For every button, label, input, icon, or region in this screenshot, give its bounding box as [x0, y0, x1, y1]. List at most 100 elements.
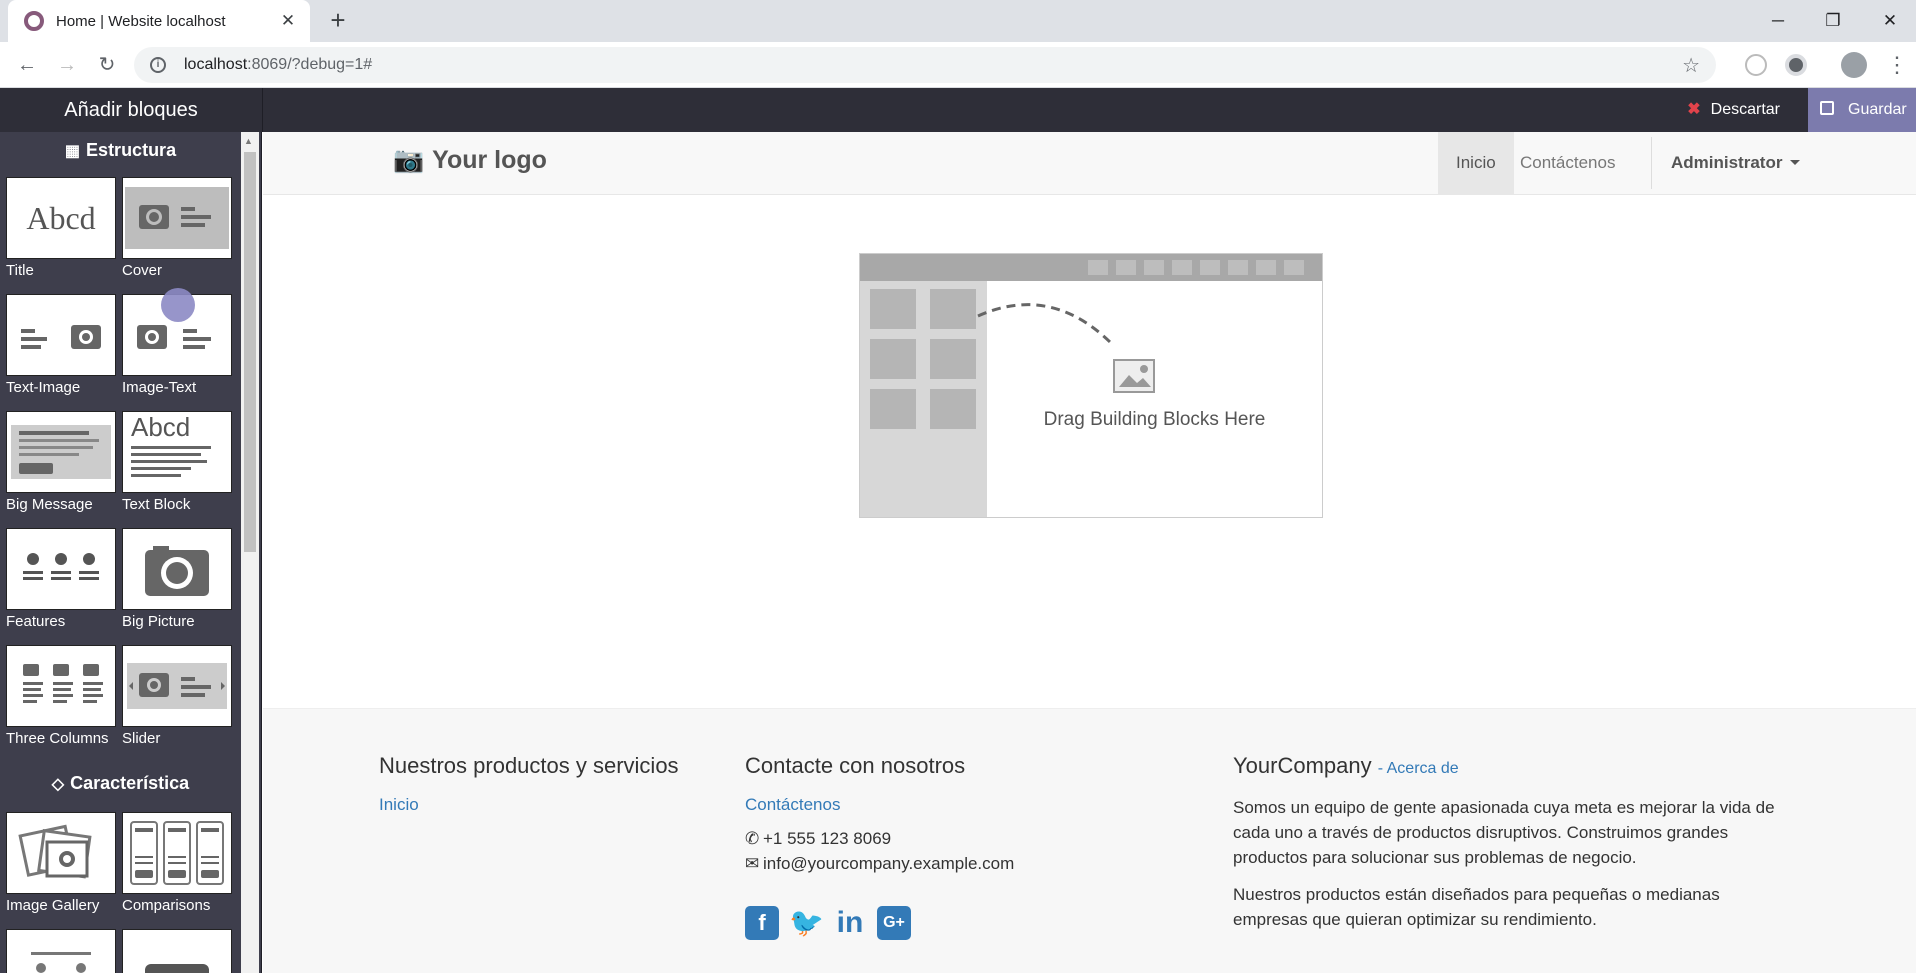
site-logo[interactable]: 📷 Your logo — [393, 146, 547, 175]
block-cover[interactable]: Cover — [122, 177, 232, 279]
text-image-thumb-icon — [21, 325, 101, 349]
forward-icon[interactable]: → — [52, 50, 82, 80]
block-slider[interactable]: Slider — [122, 645, 232, 747]
blocks-sidebar[interactable]: ▦ Estructura Abcd Title Cover Text-Image … — [0, 132, 262, 973]
reload-icon[interactable]: ↻ — [92, 50, 122, 80]
browser-menu-icon[interactable]: ⋮ — [1886, 52, 1908, 78]
block-comparisons[interactable]: Comparisons — [122, 812, 232, 914]
camera-icon: 📷 — [393, 146, 425, 174]
extension-icon[interactable] — [1745, 54, 1767, 76]
bookmark-star-icon[interactable]: ☆ — [1682, 53, 1700, 78]
site-footer: Nuestros productos y servicios Inicio Co… — [263, 708, 1916, 973]
block-features[interactable]: Features — [6, 528, 116, 630]
illus-square — [870, 339, 916, 379]
address-bar[interactable]: i localhost:8069/?debug=1# ☆ — [134, 47, 1716, 83]
extension-icon-2[interactable] — [1785, 54, 1807, 76]
drop-zone-illustration: Drag Building Blocks Here — [859, 253, 1323, 518]
illus-dot — [1172, 260, 1192, 275]
envelope-icon: ✉ — [745, 854, 760, 873]
twitter-icon[interactable]: 🐦 — [789, 906, 824, 940]
three-columns-thumb — [6, 645, 116, 727]
back-icon[interactable]: ← — [12, 50, 42, 80]
about-link[interactable]: - Acerca de — [1378, 760, 1459, 777]
big-picture-thumb-icon — [145, 546, 209, 596]
block-partial-1[interactable] — [6, 929, 116, 973]
footer-about-title: YourCompany - Acerca de — [1233, 753, 1459, 778]
footer-phone: ✆ +1 555 123 8069 — [745, 829, 892, 848]
new-tab-button[interactable]: + — [322, 4, 354, 36]
slider-thumb — [122, 645, 232, 727]
slider-thumb-icon — [127, 663, 227, 709]
close-window-button[interactable]: ✕ — [1870, 6, 1910, 36]
scroll-up-arrow-icon[interactable]: ▲ — [244, 136, 253, 146]
block-three-columns[interactable]: Three Columns — [6, 645, 116, 747]
features-thumb — [6, 528, 116, 610]
footer-products-title: Nuestros productos y servicios — [379, 753, 679, 778]
editor-divider — [262, 88, 263, 132]
block-big-message[interactable]: Big Message — [6, 411, 116, 513]
tab-close-icon[interactable]: ✕ — [278, 11, 298, 31]
footer-col-about: YourCompany - Acerca de Somos un equipo … — [1233, 753, 1793, 944]
restore-button[interactable]: ❐ — [1813, 6, 1853, 36]
block-label: Three Columns — [6, 730, 109, 747]
drag-arc-icon — [977, 303, 1112, 344]
block-label: Text-Image — [6, 379, 81, 396]
browser-toolbar: ← → ↻ i localhost:8069/?debug=1# ☆ ⋮ — [0, 42, 1916, 88]
illus-top-bar — [860, 254, 1322, 281]
discard-x-icon: ✖ — [1687, 101, 1701, 118]
text-block-lines-icon — [131, 446, 211, 477]
illus-dot — [1256, 260, 1276, 275]
site-info-icon[interactable]: i — [150, 57, 166, 73]
google-plus-icon[interactable]: G+ — [877, 906, 911, 940]
block-label: Image-Text — [122, 379, 197, 396]
browser-tabstrip: Home | Website localhost ✕ + ─ ❐ ✕ — [0, 0, 1916, 42]
section-features: ◇ Característica — [51, 773, 190, 793]
image-gallery-thumb — [6, 812, 116, 894]
discard-button[interactable]: ✖ Descartar — [1669, 88, 1798, 132]
grid-icon: ▦ — [64, 143, 81, 160]
illus-square — [930, 389, 976, 429]
block-big-picture[interactable]: Big Picture — [122, 528, 232, 630]
odoo-favicon-icon — [24, 11, 44, 31]
footer-link-contactenos[interactable]: Contáctenos — [745, 795, 1014, 815]
save-button[interactable]: Guardar — [1808, 88, 1916, 132]
illus-dot — [1116, 260, 1136, 275]
partial-thumb-2 — [122, 929, 232, 973]
block-label: Comparisons — [122, 897, 211, 914]
illus-dot — [1088, 260, 1108, 275]
button-thumb-icon — [145, 964, 209, 973]
comparisons-thumb-icon — [130, 821, 224, 885]
block-label: Text Block — [122, 496, 191, 513]
block-label: Features — [6, 613, 66, 630]
text-image-thumb — [6, 294, 116, 376]
three-columns-thumb-icon — [23, 664, 103, 703]
linkedin-icon[interactable]: in — [833, 906, 867, 940]
block-partial-2[interactable] — [122, 929, 232, 973]
illus-dot — [1228, 260, 1248, 275]
cover-thumb-icon — [125, 187, 229, 249]
caret-down-icon — [1790, 160, 1801, 165]
sidebar-scrollbar[interactable]: ▲ — [241, 132, 259, 973]
diamond-icon: ◇ — [51, 776, 65, 793]
block-title[interactable]: Abcd Title — [6, 177, 116, 279]
url-text[interactable]: localhost:8069/?debug=1# — [184, 56, 1682, 74]
minimize-button[interactable]: ─ — [1758, 6, 1798, 36]
block-text-image[interactable]: Text-Image — [6, 294, 116, 396]
add-blocks-title: Añadir bloques — [64, 99, 198, 121]
illus-dot — [1200, 260, 1220, 275]
scrollbar-thumb[interactable] — [244, 152, 256, 552]
block-image-gallery[interactable]: Image Gallery — [6, 812, 116, 914]
features-thumb-icon — [23, 553, 99, 580]
facebook-icon[interactable]: f — [745, 906, 779, 940]
block-text-block[interactable]: Abcd Text Block — [122, 411, 232, 513]
drop-hint-text: Drag Building Blocks Here — [1043, 409, 1266, 430]
nav-item-contactenos[interactable]: Contáctenos — [1502, 132, 1633, 194]
user-menu[interactable]: Administrator — [1671, 132, 1801, 194]
phone-icon: ✆ — [745, 829, 760, 848]
profile-avatar-icon[interactable] — [1841, 52, 1867, 78]
cover-thumb — [122, 177, 232, 259]
footer-link-inicio[interactable]: Inicio — [379, 795, 679, 815]
browser-tab[interactable]: Home | Website localhost ✕ — [8, 0, 310, 42]
footer-about-p2: Nuestros productos están diseñados para … — [1233, 885, 1720, 929]
block-label: Big Message — [6, 496, 93, 513]
